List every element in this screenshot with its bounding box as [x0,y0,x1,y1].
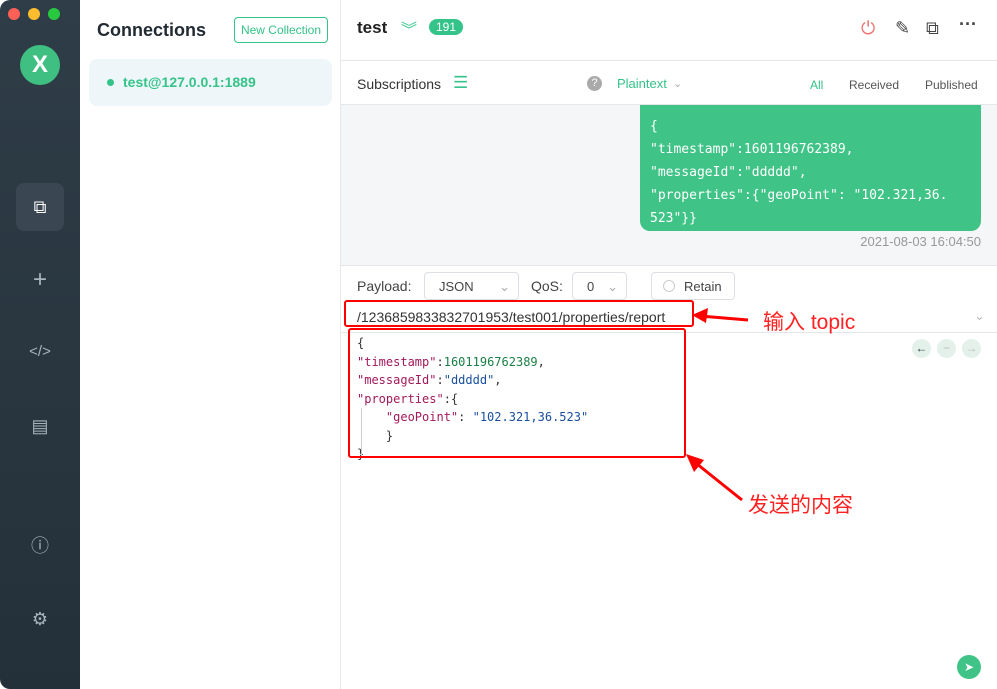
annotation-arrows [686,308,749,502]
topic-annotation: 输入 topic [763,311,856,334]
topic-arrowhead [692,308,708,323]
content-arrow [691,458,743,502]
topic-arrow [699,314,749,322]
content-annotation: 发送的内容 [748,494,853,517]
